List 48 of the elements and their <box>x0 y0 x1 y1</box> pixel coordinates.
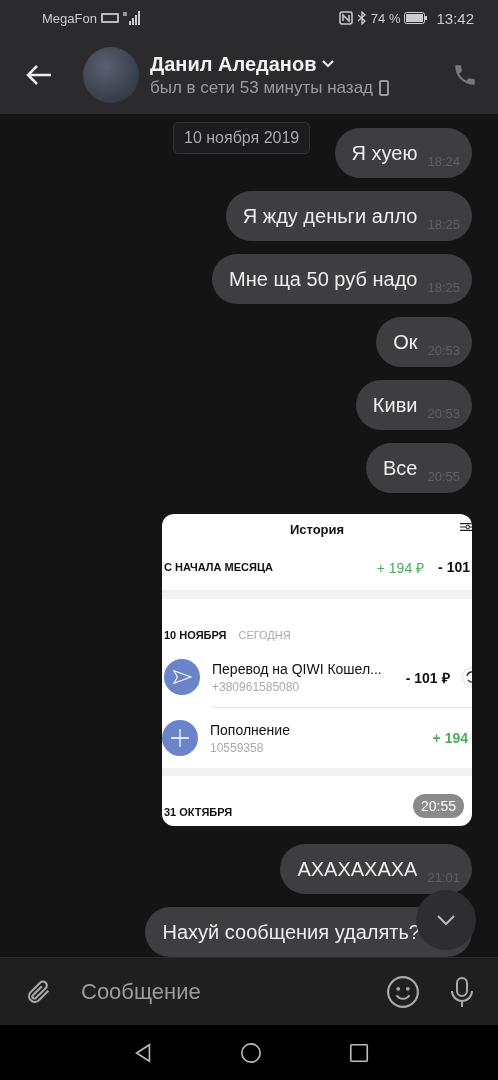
group-date: 10 НОЯБРЯ <box>164 629 227 641</box>
signal-icon <box>122 11 143 25</box>
chevron-down-icon <box>436 914 456 926</box>
filter-icon <box>460 520 472 534</box>
transaction-subtitle: 10559358 <box>210 740 265 755</box>
message-time: 20:55 <box>412 794 464 818</box>
message-input[interactable]: Сообщение <box>79 977 386 1006</box>
transaction-title: Перевод на QIWI Кошел... <box>212 660 382 677</box>
date-chip: 10 ноября 2019 <box>173 122 311 154</box>
microphone-icon[interactable] <box>450 975 474 1008</box>
message-text: Я жду деньги алло <box>242 204 418 228</box>
transaction-amount: + 194 <box>432 730 468 746</box>
phone-call-icon[interactable] <box>452 62 478 88</box>
recents-square-icon[interactable] <box>348 1041 370 1064</box>
income-total: + 194 ₽ <box>376 558 425 577</box>
transaction-title: Пополнение <box>210 721 290 738</box>
message-text: Все <box>383 456 418 480</box>
message-text: Киви <box>372 393 418 417</box>
group-note: СЕГОДНЯ <box>238 629 291 641</box>
group-date: 31 ОКТЯБРЯ <box>164 806 233 818</box>
message-text: АХАХАХАХА <box>297 857 418 881</box>
smiley-icon[interactable] <box>386 974 420 1009</box>
contact-name[interactable]: Данил Аледанов <box>150 52 317 76</box>
volte-icon <box>100 13 119 23</box>
home-circle-icon[interactable] <box>240 1041 262 1064</box>
battery-percent: 74 % <box>370 10 401 26</box>
message-composer[interactable]: Сообщение <box>0 957 498 1025</box>
image-message[interactable]: История С НАЧАЛА МЕСЯЦА + 194 ₽ - 101 10 НОЯБРЯ СЕГОДНЯ Перевод на QIWI Кошел... +380961585080 - 101 ₽ Пополнение 10559358 + 194 31 ОКТЯБРЯ 20:55 <box>162 514 472 826</box>
message-text: Ок <box>393 330 418 354</box>
history-title: История <box>289 521 345 537</box>
carrier-name: MegaFon <box>42 10 97 26</box>
mobile-device-icon <box>379 79 389 96</box>
message-text: Мне ща 50 руб надо <box>229 267 418 291</box>
expense-total: - 101 <box>438 559 470 575</box>
message-text: Я хуею <box>351 141 418 165</box>
plus-icon <box>162 720 198 756</box>
clock: 13:42 <box>436 9 474 27</box>
send-icon <box>164 659 200 695</box>
battery-icon <box>404 12 429 24</box>
bluetooth-icon <box>356 11 367 25</box>
transaction-amount: - 101 ₽ <box>405 668 450 687</box>
chevron-down-icon[interactable] <box>322 60 335 68</box>
transaction-subtitle: +380961585080 <box>212 679 301 694</box>
period-label: С НАЧАЛА МЕСЯЦА <box>164 561 273 573</box>
message-text: Нахуй сообщения удалять? <box>162 920 420 944</box>
nfc-icon <box>338 11 353 25</box>
back-arrow-icon[interactable] <box>25 63 53 87</box>
last-seen-text: был в сети 53 минуты назад <box>150 77 373 98</box>
